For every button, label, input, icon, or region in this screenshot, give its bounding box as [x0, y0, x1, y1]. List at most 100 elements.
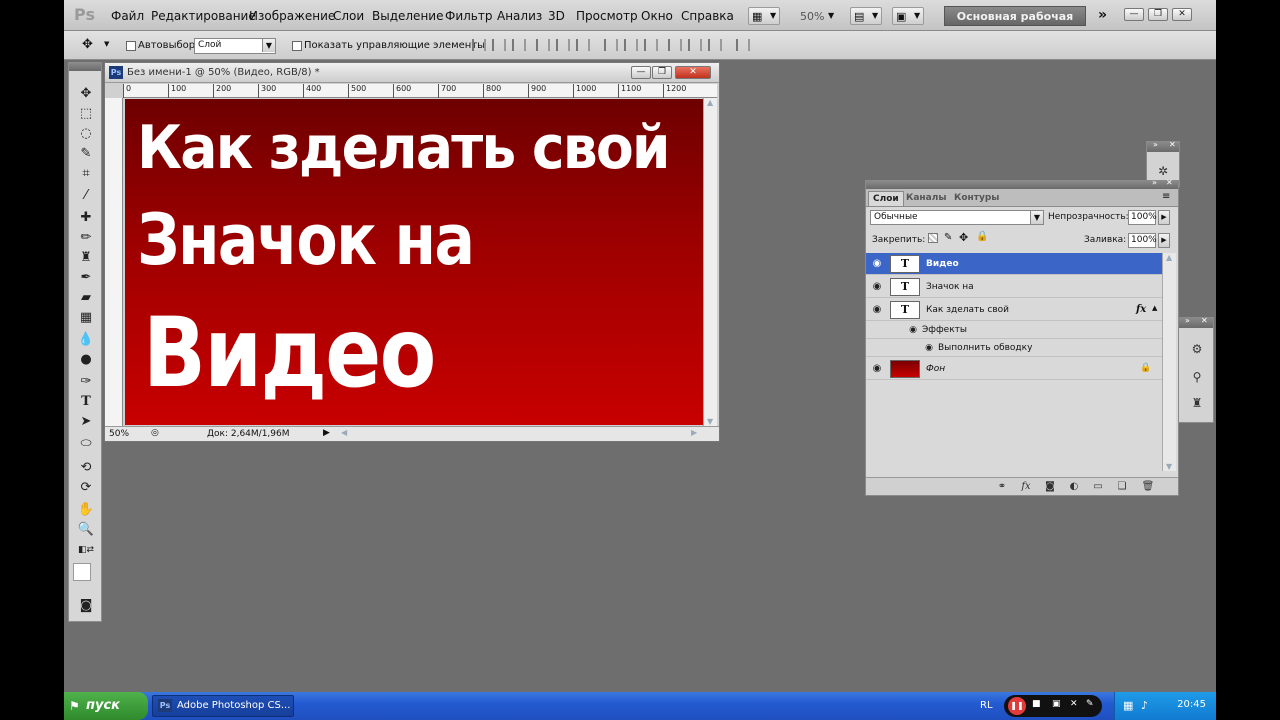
layer-name[interactable]: Фон [926, 364, 945, 374]
layer-name[interactable]: Как зделать свой [926, 305, 1009, 315]
align-left-icon[interactable] [536, 39, 550, 51]
opacity-field[interactable]: 100% [1128, 210, 1157, 225]
healing-brush-tool-icon[interactable]: ✚ [75, 209, 97, 227]
distribute-vcenter-icon[interactable] [624, 39, 638, 51]
collapse-effects-icon[interactable]: ▲ [1152, 304, 1157, 312]
opacity-slider-arrow-icon[interactable]: ▶ [1158, 210, 1170, 225]
chevron-down-icon[interactable]: ▼ [104, 40, 109, 48]
align-bottom-icon[interactable] [512, 39, 526, 51]
3d-rotate-tool-icon[interactable]: ⟲ [75, 459, 97, 477]
menu-help[interactable]: Справка [681, 9, 734, 23]
collapse-icon[interactable]: » [1152, 178, 1157, 187]
draw-icon[interactable]: ✎ [1086, 699, 1094, 709]
screen-fit-dropdown[interactable]: ▣ ▼ [892, 7, 924, 25]
menu-analysis[interactable]: Анализ [497, 9, 542, 23]
volume-icon[interactable]: ♪ [1141, 699, 1148, 712]
lasso-tool-icon[interactable]: ◌ [75, 125, 97, 143]
new-layer-icon[interactable]: ❏ [1114, 480, 1130, 494]
foreground-color-swatch[interactable] [73, 563, 91, 581]
app-minimize-button[interactable]: — [1124, 8, 1144, 21]
doc-restore-button[interactable]: ❐ [652, 66, 672, 79]
zoom-level[interactable]: 50% [800, 10, 824, 23]
align-top-icon[interactable] [472, 39, 486, 51]
usb-device-icon[interactable]: ⚲ [1187, 370, 1207, 384]
scroll-up-icon[interactable]: ▲ [707, 98, 713, 107]
network-icon[interactable]: ▦ [1123, 699, 1133, 712]
scroll-up-icon[interactable]: ▲ [1166, 253, 1172, 262]
layer-row-background[interactable]: ◉ Фон 🔒 [866, 358, 1162, 380]
lock-transparency-icon[interactable] [928, 233, 938, 243]
lock-pixels-icon[interactable]: ✎ [944, 232, 952, 243]
quick-select-tool-icon[interactable]: ✎ [75, 145, 97, 163]
menu-filter[interactable]: Фильтр [445, 9, 492, 23]
menu-image[interactable]: Изображение [249, 9, 335, 23]
chevron-down-icon[interactable]: ▼ [828, 11, 834, 20]
visibility-eye-icon[interactable]: ◉ [870, 363, 884, 375]
fill-slider-arrow-icon[interactable]: ▶ [1158, 233, 1170, 248]
close-icon[interactable]: ✕ [1166, 178, 1173, 187]
layers-scrollbar[interactable]: ▲ ▼ [1162, 253, 1176, 471]
zoom-tool-icon[interactable]: 🔍 [75, 521, 97, 539]
visibility-eye-icon[interactable]: ◉ [870, 304, 884, 316]
app-restore-button[interactable]: ❐ [1148, 8, 1168, 21]
pen-tool-icon[interactable]: ✑ [75, 373, 97, 391]
camera-icon[interactable]: ▣ [1052, 699, 1061, 709]
blend-mode-select[interactable]: Обычные ▼ [870, 210, 1044, 225]
status-zoom[interactable]: 50% [109, 429, 129, 439]
screen-mode-dropdown[interactable]: ▦ ▼ [748, 7, 780, 25]
taskbar-photoshop-button[interactable]: Ps Adobe Photoshop CS... [152, 695, 294, 717]
distribute-bottom-icon[interactable] [644, 39, 658, 51]
layer-row-badge[interactable]: ◉ T Значок на [866, 276, 1162, 298]
distribute-left-icon[interactable] [668, 39, 682, 51]
layer-effects-badge[interactable]: fx [1136, 304, 1146, 315]
image-canvas[interactable]: Как зделать свой Значок на Видео [125, 99, 703, 425]
menu-select[interactable]: Выделение [372, 9, 443, 23]
expand-icon[interactable]: » [1185, 316, 1190, 325]
auto-align-layers-icon[interactable] [736, 39, 750, 51]
distribute-top-icon[interactable] [604, 39, 618, 51]
marquee-tool-icon[interactable]: ⬚ [75, 105, 97, 123]
path-selection-tool-icon[interactable]: ➤ [75, 413, 97, 431]
eyedropper-tool-icon[interactable]: ⁄ [75, 187, 97, 205]
close-icon[interactable]: ✕ [1070, 699, 1078, 709]
tab-channels[interactable]: Каналы [902, 191, 950, 206]
align-horizontal-center-icon[interactable] [556, 39, 570, 51]
gradient-tool-icon[interactable]: ▦ [75, 309, 97, 327]
visibility-eye-icon[interactable]: ◉ [870, 258, 884, 270]
expand-icon[interactable]: » [1153, 140, 1158, 149]
menu-layers[interactable]: Слои [333, 9, 364, 23]
add-layer-mask-icon[interactable]: ◙ [1042, 480, 1058, 494]
layer-row-title[interactable]: ◉ T Как зделать свой fx ▲ [866, 299, 1162, 321]
workspace-switcher-button[interactable]: Основная рабочая среда [944, 6, 1086, 43]
layer-effect-stroke-row[interactable]: ◉ Выполнить обводку [866, 340, 1162, 357]
horizontal-ruler[interactable]: 0 100 200 300 400 500 600 700 800 900 1000 1100 1200 [123, 84, 717, 98]
eraser-tool-icon[interactable]: ▰ [75, 289, 97, 307]
doc-minimize-button[interactable]: — [631, 66, 651, 79]
menu-edit[interactable]: Редактирование [151, 9, 256, 23]
lock-all-icon[interactable]: 🔒 [976, 231, 988, 242]
tab-paths[interactable]: Контуры [950, 191, 1003, 206]
3d-orbit-tool-icon[interactable]: ⟳ [75, 479, 97, 497]
document-vertical-scrollbar[interactable]: ▲ ▼ [703, 98, 717, 426]
language-indicator[interactable]: RL [980, 700, 993, 711]
close-icon[interactable]: ✕ [1169, 140, 1176, 149]
show-transform-controls-checkbox[interactable] [292, 41, 302, 51]
vertical-ruler[interactable] [105, 98, 123, 426]
taskbar-clock[interactable]: 20:45 [1177, 699, 1206, 710]
menu-file[interactable]: Файл [111, 9, 144, 23]
scroll-down-icon[interactable]: ▼ [707, 417, 713, 426]
stroke-effect-eye-icon[interactable]: ◉ [922, 342, 936, 354]
distribute-right-icon[interactable] [708, 39, 722, 51]
status-preview-icon[interactable]: ◎ [151, 428, 159, 438]
shape-tool-icon[interactable]: ⬭ [75, 435, 97, 453]
move-tool-icon[interactable]: ✥ [75, 85, 97, 103]
close-icon[interactable]: ✕ [1201, 316, 1208, 325]
scroll-down-icon[interactable]: ▼ [1166, 462, 1172, 471]
scroll-right-icon[interactable]: ▶ [691, 428, 697, 437]
panel-menu-icon[interactable]: ≡ [1162, 191, 1170, 202]
status-menu-arrow-icon[interactable]: ▶ [323, 428, 330, 438]
document-titlebar[interactable]: Ps Без имени-1 @ 50% (Видео, RGB/8) * — … [105, 63, 719, 83]
default-colors-icon[interactable]: ◧⇄ [75, 541, 97, 559]
layer-effects-group-row[interactable]: ◉ Эффекты [866, 322, 1162, 339]
crop-tool-icon[interactable]: ⌗ [75, 165, 97, 183]
